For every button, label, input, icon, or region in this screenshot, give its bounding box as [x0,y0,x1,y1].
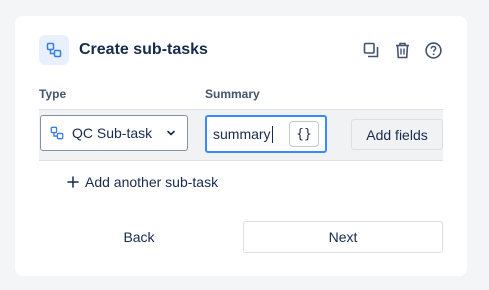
chevron-down-icon [165,127,177,139]
subtask-icon [39,35,69,65]
summary-column-label: Summary [205,87,260,101]
summary-input[interactable]: summary {} [205,115,327,153]
back-button[interactable]: Back [39,221,239,253]
next-button[interactable]: Next [243,221,443,253]
help-icon[interactable] [423,40,443,60]
dialog-header: Create sub-tasks [39,35,443,65]
summary-input-value: summary [213,126,271,142]
add-another-subtask-label: Add another sub-task [85,174,219,190]
plus-icon [67,176,79,188]
copy-icon[interactable] [361,40,381,60]
header-actions [361,40,443,60]
insert-variable-button[interactable]: {} [289,121,319,147]
type-select-value: QC Sub-task [72,125,152,141]
text-caret [271,125,273,143]
add-another-subtask-button[interactable]: Add another sub-task [67,172,218,192]
subtask-type-icon [50,126,64,140]
trash-icon[interactable] [392,40,412,60]
create-subtasks-dialog: Create sub-tasks Type Summary QC Sub-tas… [15,16,467,276]
add-fields-button[interactable]: Add fields [351,119,443,150]
dialog-title: Create sub-tasks [79,41,208,58]
type-column-label: Type [39,87,67,101]
type-select[interactable]: QC Sub-task [40,115,188,151]
